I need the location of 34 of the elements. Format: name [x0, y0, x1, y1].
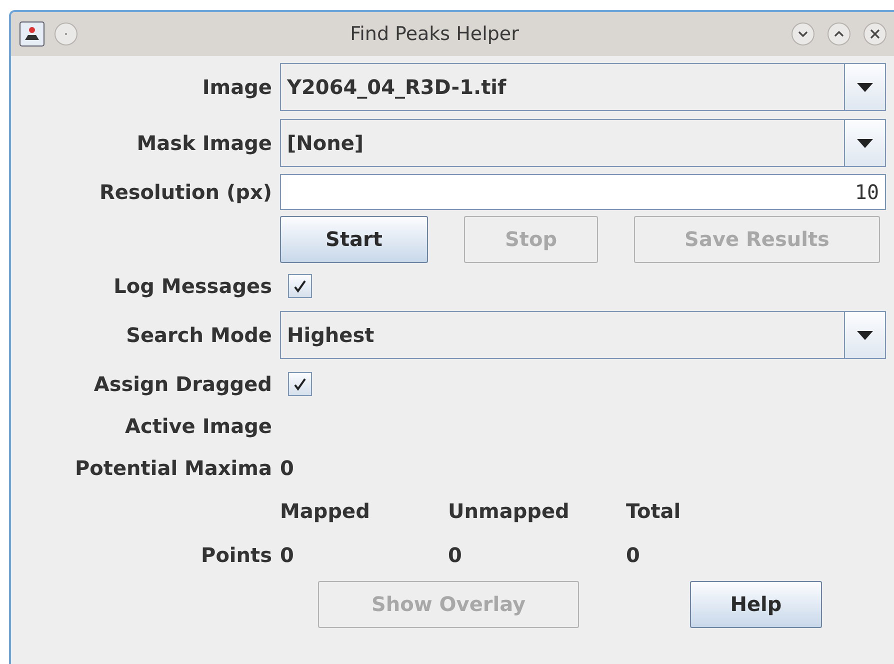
- dropdown-arrow-icon[interactable]: [857, 330, 873, 340]
- field-label: Points: [200, 543, 272, 567]
- checkbox[interactable]: [288, 274, 312, 298]
- value-text: 0: [448, 543, 463, 567]
- check-icon: [293, 279, 307, 293]
- field-label: Assign Dragged: [92, 372, 272, 396]
- field-label: Log Messages: [112, 274, 272, 298]
- field-label: Active Image: [124, 414, 272, 438]
- action-button[interactable]: Start: [280, 216, 428, 262]
- dropdown[interactable]: Highest: [280, 311, 886, 359]
- field-label: Resolution (px): [98, 180, 272, 204]
- field-label: Search Mode: [125, 323, 272, 347]
- action-button[interactable]: Help: [690, 580, 822, 628]
- column-header: Mapped: [280, 499, 371, 523]
- value-text: 0: [280, 456, 295, 480]
- check-icon: [293, 377, 307, 391]
- column-header: Unmapped: [448, 499, 570, 523]
- dropdown-arrow-icon[interactable]: [857, 82, 873, 92]
- close-icon[interactable]: [862, 21, 888, 47]
- dropdown[interactable]: Y2064_04_R3D-1.tif: [280, 63, 886, 111]
- column-header: Total: [626, 499, 682, 523]
- maximize-icon[interactable]: [826, 21, 852, 47]
- value-text: 0: [280, 543, 295, 567]
- dropdown[interactable]: [None]: [280, 119, 886, 167]
- field-label: Mask Image: [136, 131, 272, 155]
- app-icon: [19, 21, 45, 47]
- checkbox[interactable]: [288, 372, 312, 396]
- field-label: Potential Maxima: [74, 456, 272, 480]
- field-label: Image: [201, 75, 272, 99]
- value-text: 0: [626, 543, 641, 567]
- minimize-icon[interactable]: [790, 21, 816, 47]
- dropdown-arrow-icon[interactable]: [857, 138, 873, 148]
- input-field[interactable]: 10: [280, 174, 886, 210]
- window-title: Find Peaks Helper: [349, 23, 520, 45]
